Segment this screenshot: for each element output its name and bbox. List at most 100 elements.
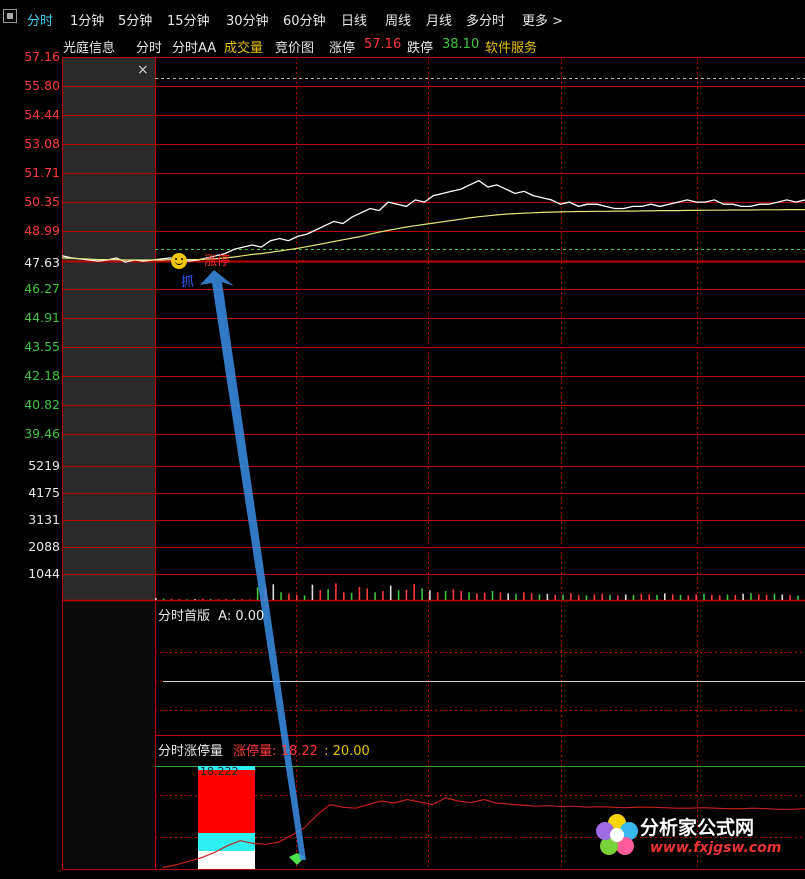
volume-tick: 1044	[28, 566, 60, 581]
volume-bar	[249, 599, 251, 600]
volume-bar	[726, 594, 729, 600]
volume-bar	[773, 593, 776, 600]
intraday-chart[interactable]	[0, 0, 805, 879]
volume-bars	[155, 583, 799, 600]
volume-bar	[288, 593, 290, 600]
volume-bar	[233, 599, 235, 600]
volume-bar	[311, 584, 314, 600]
volume-bar	[350, 592, 353, 600]
price-tick-down: 44.91	[24, 310, 60, 325]
buy-signal-char: 抓	[181, 275, 195, 290]
price-tick-up: 57.16	[24, 49, 60, 64]
volume-bar	[656, 594, 658, 600]
flower-logo-icon	[596, 814, 638, 855]
volume-bar	[444, 591, 447, 600]
limit-box-mid	[198, 770, 255, 833]
volume-bar	[327, 589, 329, 600]
volume-bar	[664, 593, 666, 600]
volume-tick: 4175	[28, 485, 60, 500]
watermark: 分析家公式网 www.fxjgsw.com	[592, 807, 797, 867]
panel1-title-row: 分时首版 A: 0.00	[158, 605, 264, 624]
volume-bar	[217, 599, 220, 600]
price-tick-down: 43.55	[24, 339, 60, 354]
price-tick-down: 46.27	[24, 281, 60, 296]
volume-bar	[765, 594, 768, 600]
volume-bar	[225, 599, 228, 600]
volume-bar	[162, 598, 165, 600]
volume-bar	[781, 594, 784, 600]
pre-market-area	[62, 57, 155, 600]
volume-bar	[679, 594, 682, 600]
volume-bar	[593, 594, 596, 600]
volume-bar	[241, 599, 243, 600]
volume-bar	[695, 594, 697, 600]
volume-bar	[303, 595, 306, 600]
volume-bar	[468, 592, 470, 600]
volume-bar	[319, 590, 322, 600]
price-tick-up: 55.80	[24, 78, 60, 93]
volume-bar	[797, 595, 799, 600]
volume-tick: 3131	[28, 512, 60, 527]
volume-bar	[452, 589, 455, 600]
panel2-label: 涨停量	[233, 744, 273, 759]
volume-bar	[570, 593, 572, 600]
avg-price-line	[61, 209, 805, 261]
price-tick-up: 54.44	[24, 107, 60, 122]
volume-bar	[632, 594, 635, 600]
volume-bar	[358, 587, 361, 600]
pre-market-lower-area	[62, 600, 155, 870]
volume-bar	[538, 594, 541, 600]
volume-bar	[476, 593, 478, 600]
volume-bar	[429, 590, 431, 600]
volume-bar	[397, 590, 400, 600]
volume-bar	[155, 597, 157, 600]
volume-bar	[499, 592, 502, 600]
volume-bar	[515, 593, 517, 600]
volume-bar	[436, 592, 439, 600]
panel2-title: 分时涨停量	[158, 744, 224, 759]
volume-bar	[460, 590, 462, 600]
volume-bar	[186, 599, 188, 600]
volume-bar	[742, 593, 744, 600]
volume-bar	[530, 593, 533, 600]
volume-bar	[256, 587, 259, 600]
watermark-url: www.fxjgsw.com	[650, 840, 782, 856]
volume-bar	[483, 592, 486, 600]
price-tick-down: 39.46	[24, 426, 60, 441]
panel1-title: 分时首版	[158, 609, 211, 624]
volume-bar	[609, 594, 611, 600]
price-tick-up: 48.99	[24, 223, 60, 238]
volume-bar	[523, 592, 525, 600]
close-icon[interactable]: ×	[137, 62, 149, 78]
volume-bar	[272, 584, 275, 600]
volume-bar	[421, 588, 423, 600]
panel2-value: 18.22	[280, 744, 318, 759]
volume-tick: 5219	[28, 458, 60, 473]
price-tick-up: 53.08	[24, 136, 60, 151]
volume-tick: 2088	[28, 539, 60, 554]
limit-up-tag: 涨停	[204, 254, 231, 269]
volume-bar	[194, 599, 196, 600]
volume-bar	[758, 594, 760, 600]
volume-bar	[624, 594, 627, 600]
volume-bar	[617, 595, 619, 600]
volume-bar	[405, 589, 408, 600]
limit-box-label: 18.222	[200, 765, 239, 778]
volume-bar	[296, 594, 298, 600]
price-tick-up: 50.35	[24, 194, 60, 209]
volume-bar	[687, 595, 690, 600]
volume-bar	[209, 599, 212, 600]
volume-bar	[577, 594, 580, 600]
volume-bar	[640, 593, 643, 600]
volume-bar	[170, 599, 173, 600]
panel1-value: A: 0.00	[218, 609, 265, 624]
price-tick-down: 42.18	[24, 368, 60, 383]
price-tick-up: 51.71	[24, 165, 60, 180]
volume-bar	[413, 584, 415, 600]
volume-bar	[335, 583, 337, 600]
volume-bar	[718, 595, 721, 600]
volume-bar	[546, 593, 549, 600]
volume-bar	[343, 592, 345, 600]
volume-bar	[366, 588, 368, 600]
volume-bar	[374, 592, 376, 600]
